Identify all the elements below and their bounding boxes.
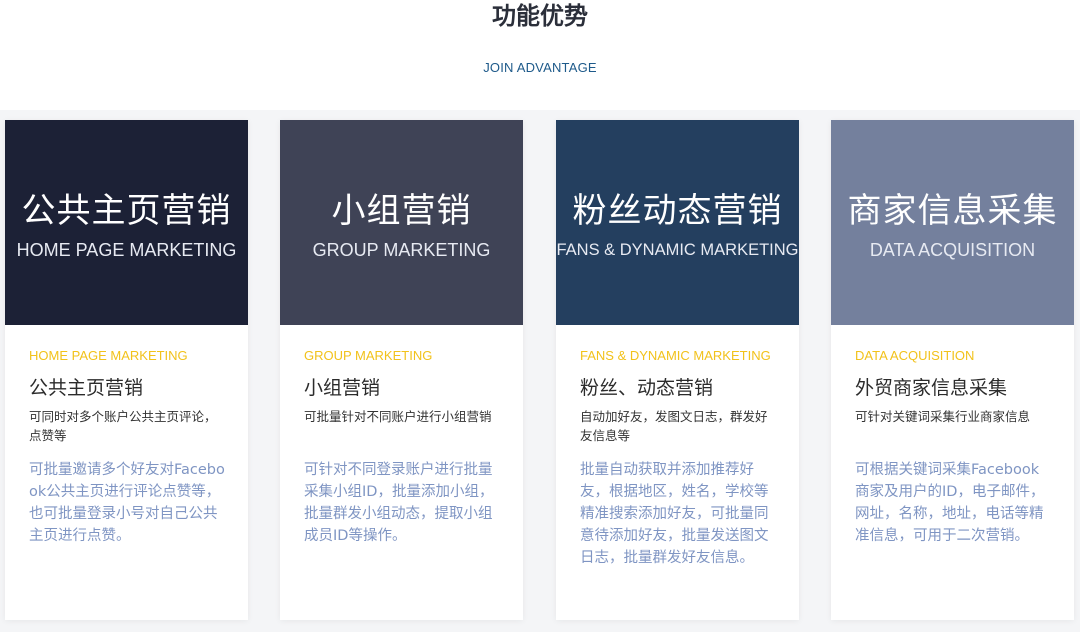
card-label-en: DATA ACQUISITION — [855, 348, 975, 363]
section-subtitle: JOIN ADVANTAGE — [483, 60, 597, 75]
banner-title-cn: 粉丝动态营销 — [572, 191, 783, 231]
card-label-en: HOME PAGE MARKETING — [29, 348, 188, 363]
banner-title-en: HOME PAGE MARKETING — [16, 240, 237, 260]
feature-card-data-acquisition[interactable]: 商家信息采集 DATA ACQUISITION DATA ACQUISITION… — [831, 120, 1074, 620]
card-banner: 商家信息采集 DATA ACQUISITION — [831, 120, 1074, 325]
card-detail: 可针对不同登录账户进行批量采集小组ID，批量添加小组，批量群发小组动态，提取小组… — [304, 462, 494, 544]
feature-card-fans-dynamic[interactable]: 粉丝动态营销 FANS & DYNAMIC MARKETING FANS & D… — [556, 120, 799, 620]
card-detail: 可批量邀请多个好友对Facebook公共主页进行评论点赞等，也可批量登录小号对自… — [29, 462, 225, 544]
card-detail: 可根据关键词采集Facebook商家及用户的ID，电子邮件，网址，名称，地址，电… — [855, 462, 1045, 544]
section-header: 功能优势 JOIN ADVANTAGE — [0, 0, 1080, 110]
card-label-en: GROUP MARKETING — [304, 348, 433, 363]
feature-card-home-page[interactable]: 公共主页营销 HOME PAGE MARKETING HOME PAGE MAR… — [5, 120, 248, 620]
banner-title-cn: 小组营销 — [331, 191, 472, 231]
card-title: 小组营销 — [304, 377, 381, 399]
card-detail: 批量自动获取并添加推荐好友，根据地区，姓名，学校等精准搜索添加好友，可批量同意待… — [580, 462, 769, 566]
banner-title-cn: 商家信息采集 — [847, 191, 1058, 231]
card-title: 公共主页营销 — [29, 377, 144, 399]
feature-card-group[interactable]: 小组营销 GROUP MARKETING GROUP MARKETING 小组营… — [280, 120, 523, 620]
card-description: 可针对关键词采集行业商家信息 — [855, 409, 1031, 424]
card-banner: 公共主页营销 HOME PAGE MARKETING — [5, 120, 248, 325]
card-label-en: FANS & DYNAMIC MARKETING — [580, 348, 771, 363]
card-banner: 粉丝动态营销 FANS & DYNAMIC MARKETING — [556, 120, 799, 325]
card-title: 粉丝、动态营销 — [580, 377, 714, 399]
card-banner: 小组营销 GROUP MARKETING — [280, 120, 523, 325]
card-description: 自动加好友，发图文日志，群发好友信息等 — [580, 409, 768, 443]
banner-title-cn: 公共主页营销 — [21, 191, 232, 231]
banner-title-en: GROUP MARKETING — [312, 240, 491, 260]
card-title: 外贸商家信息采集 — [855, 377, 1008, 399]
banner-title-en: FANS & DYNAMIC MARKETING — [556, 241, 799, 259]
card-description: 可批量针对不同账户进行小组营销 — [304, 409, 492, 424]
section-title: 功能优势 — [492, 2, 588, 30]
banner-title-en: DATA ACQUISITION — [869, 240, 1036, 260]
card-description: 可同时对多个账户公共主页评论，点赞等 — [29, 409, 217, 443]
